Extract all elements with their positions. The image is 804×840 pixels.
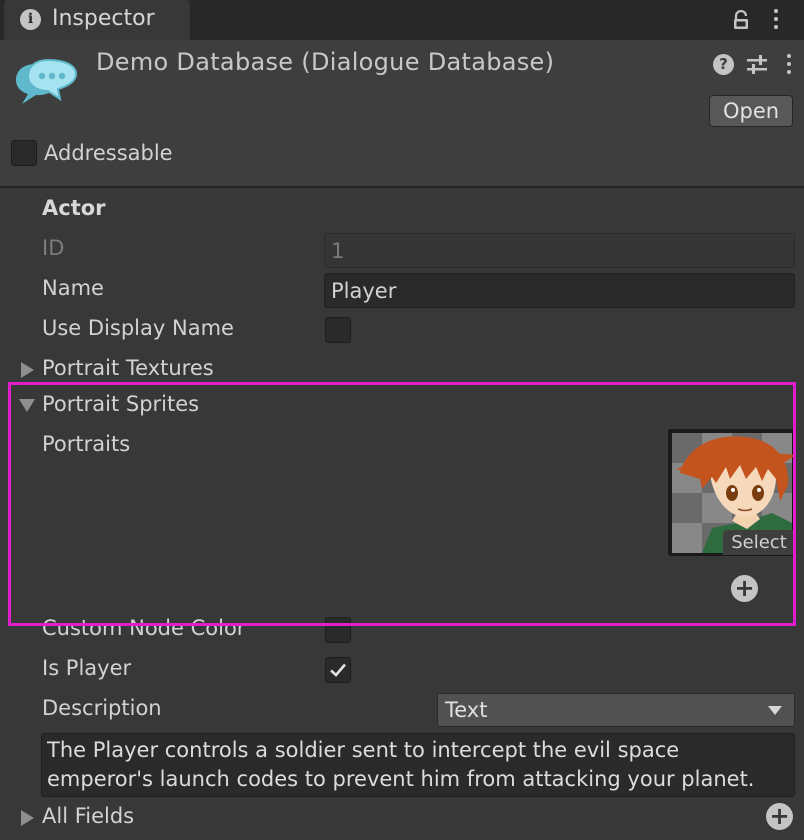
name-label: Name [42, 276, 104, 300]
tab-menu-icon[interactable] [774, 9, 778, 33]
all-fields-foldout[interactable]: All Fields [42, 804, 134, 828]
portrait-textures-foldout[interactable]: Portrait Textures [42, 356, 214, 380]
info-icon: i [20, 9, 41, 30]
tab-label: Inspector [52, 6, 155, 31]
id-label: ID [42, 236, 65, 260]
presets-icon[interactable] [746, 54, 768, 80]
section-title: Actor [42, 196, 106, 220]
id-field: 1 [324, 233, 795, 268]
open-button[interactable]: Open [709, 95, 793, 127]
dialogue-bubbles-icon [14, 56, 82, 110]
dropdown-arrow-icon [768, 706, 782, 715]
add-field-button[interactable]: + [766, 803, 793, 830]
lock-icon[interactable] [731, 9, 751, 34]
help-icon[interactable]: ? [713, 54, 734, 75]
is-player-checkbox[interactable] [325, 657, 351, 683]
is-player-label: Is Player [42, 656, 132, 680]
highlight-box [8, 382, 796, 626]
header-menu-icon[interactable] [787, 54, 791, 78]
use-display-name-label: Use Display Name [42, 316, 234, 340]
addressable-checkbox[interactable] [11, 140, 37, 166]
checkmark-icon [330, 663, 346, 677]
description-textarea[interactable]: The Player controls a soldier sent to in… [41, 733, 795, 797]
expand-arrow-icon[interactable] [21, 810, 34, 826]
name-field[interactable]: Player [324, 273, 795, 308]
description-label: Description [42, 696, 162, 720]
object-title: Demo Database (Dialogue Database) [96, 48, 555, 76]
use-display-name-checkbox[interactable] [325, 317, 351, 343]
expand-arrow-icon[interactable] [21, 362, 34, 378]
description-type-dropdown[interactable]: Text [437, 693, 795, 727]
addressable-label: Addressable [44, 141, 173, 165]
